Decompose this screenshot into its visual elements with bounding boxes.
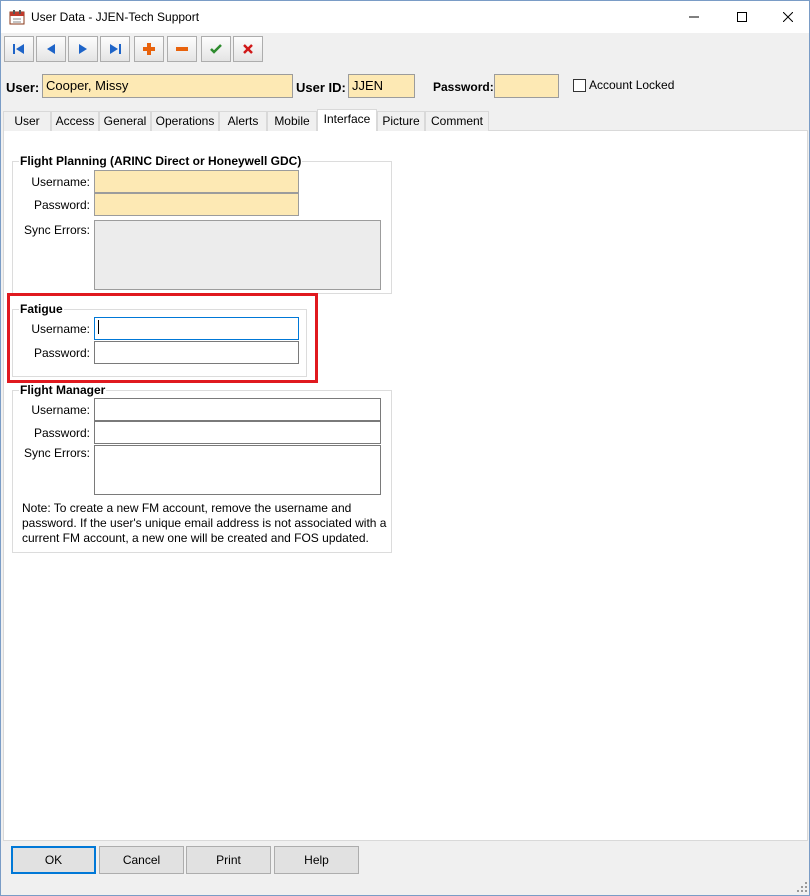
user-label: User: [6, 80, 40, 95]
fm-password-field[interactable] [94, 421, 381, 444]
account-locked-label: Account Locked [589, 78, 675, 92]
user-id-label: User ID: [296, 80, 346, 95]
fm-password-label: Password: [33, 426, 90, 440]
minimize-button[interactable] [671, 1, 717, 33]
password-field[interactable] [494, 74, 559, 98]
previous-record-button[interactable] [36, 36, 66, 62]
flight-manager-title: Flight Manager [19, 383, 107, 397]
maximize-icon [737, 12, 747, 22]
password-label: Password: [433, 80, 494, 94]
account-locked-checkbox[interactable] [573, 79, 586, 92]
minus-icon [176, 47, 188, 51]
maximize-button[interactable] [719, 1, 765, 33]
fp-username-field[interactable] [94, 170, 299, 193]
tab-interface[interactable]: Interface [317, 109, 377, 131]
calendar-app-icon [9, 10, 25, 25]
tab-operations[interactable]: Operations [151, 111, 219, 131]
cancel-button[interactable]: Cancel [99, 846, 184, 874]
user-data-window: User Data - JJEN-Tech Support User: Coop… [0, 0, 810, 896]
print-button[interactable]: Print [186, 846, 271, 874]
tab-mobile[interactable]: Mobile [267, 111, 317, 131]
save-record-button[interactable] [201, 36, 231, 62]
fm-note-text: Note: To create a new FM account, remove… [22, 501, 387, 545]
tab-alerts[interactable]: Alerts [219, 111, 267, 131]
tab-general[interactable]: General [99, 111, 151, 131]
tab-comment[interactable]: Comment [425, 111, 489, 131]
last-record-icon [110, 44, 121, 54]
fp-sync-errors-field[interactable] [94, 220, 381, 290]
x-icon [243, 44, 253, 54]
user-name-field[interactable]: Cooper, Missy [42, 74, 293, 98]
tab-picture[interactable]: Picture [377, 111, 425, 131]
fm-username-field[interactable] [94, 398, 381, 421]
fp-password-field[interactable] [94, 193, 299, 216]
close-icon [783, 12, 793, 22]
first-record-icon [13, 44, 24, 54]
add-icon [143, 43, 155, 55]
fm-sync-errors-label: Sync Errors: [23, 446, 90, 460]
next-record-icon [79, 44, 87, 54]
fp-password-label: Password: [33, 198, 90, 212]
ok-button[interactable]: OK [11, 846, 96, 874]
delete-record-button[interactable] [167, 36, 197, 62]
fm-sync-errors-field[interactable] [94, 445, 381, 495]
resize-grip-icon[interactable] [796, 881, 808, 893]
window-title: User Data - JJEN-Tech Support [31, 10, 200, 24]
fm-username-label: Username: [31, 403, 90, 417]
cancel-record-button[interactable] [233, 36, 263, 62]
tab-access[interactable]: Access [51, 111, 99, 131]
record-toolbar [1, 33, 809, 69]
title-bar: User Data - JJEN-Tech Support [1, 1, 809, 33]
tab-user[interactable]: User [3, 111, 51, 131]
fp-username-label: Username: [31, 175, 90, 189]
first-record-button[interactable] [4, 36, 34, 62]
last-record-button[interactable] [100, 36, 130, 62]
fp-sync-errors-label: Sync Errors: [23, 223, 90, 237]
help-button[interactable]: Help [274, 846, 359, 874]
minimize-icon [689, 16, 699, 18]
flight-planning-title: Flight Planning (ARINC Direct or Honeywe… [19, 154, 303, 168]
close-button[interactable] [765, 1, 810, 33]
user-id-field[interactable]: JJEN [348, 74, 415, 98]
previous-record-icon [47, 44, 55, 54]
add-record-button[interactable] [134, 36, 164, 62]
checkmark-icon [210, 44, 222, 54]
next-record-button[interactable] [68, 36, 98, 62]
fatigue-highlight-box [7, 293, 318, 383]
